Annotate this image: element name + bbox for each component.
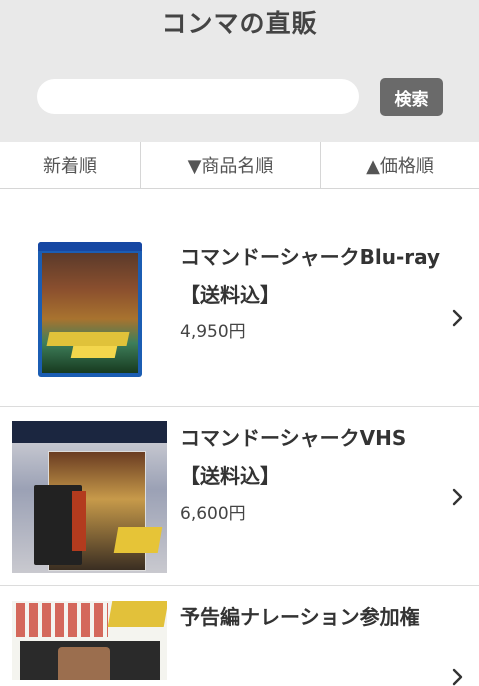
chevron-right-icon[interactable] [452, 668, 463, 686]
product-price: 4,950円 [180, 322, 246, 342]
page-title: コンマの直販 [161, 9, 318, 38]
product-price: 6,600円 [180, 504, 246, 524]
product-name[interactable]: 予告編ナレーション参加権 [180, 598, 442, 636]
chevron-right-icon[interactable] [452, 488, 463, 506]
sort-bar: 新着順 ▼商品名順 ▲価格順 [0, 142, 479, 189]
product-thumbnail [12, 601, 167, 680]
product-thumbnail [38, 242, 142, 377]
search-button[interactable]: 検索 [380, 78, 443, 116]
sort-tab-price[interactable]: ▲価格順 [320, 142, 479, 188]
search-input[interactable] [37, 79, 359, 114]
sort-tab-name[interactable]: ▼商品名順 [140, 142, 320, 188]
header: コンマの直販 検索 [0, 0, 479, 142]
product-name[interactable]: コマンドーシャークBlu-ray【送料込】 [180, 238, 442, 314]
chevron-right-icon[interactable] [452, 309, 463, 327]
product-thumbnail [12, 421, 167, 573]
product-name[interactable]: コマンドーシャークVHS【送料込】 [180, 419, 442, 495]
sort-tab-newest[interactable]: 新着順 [0, 142, 140, 188]
